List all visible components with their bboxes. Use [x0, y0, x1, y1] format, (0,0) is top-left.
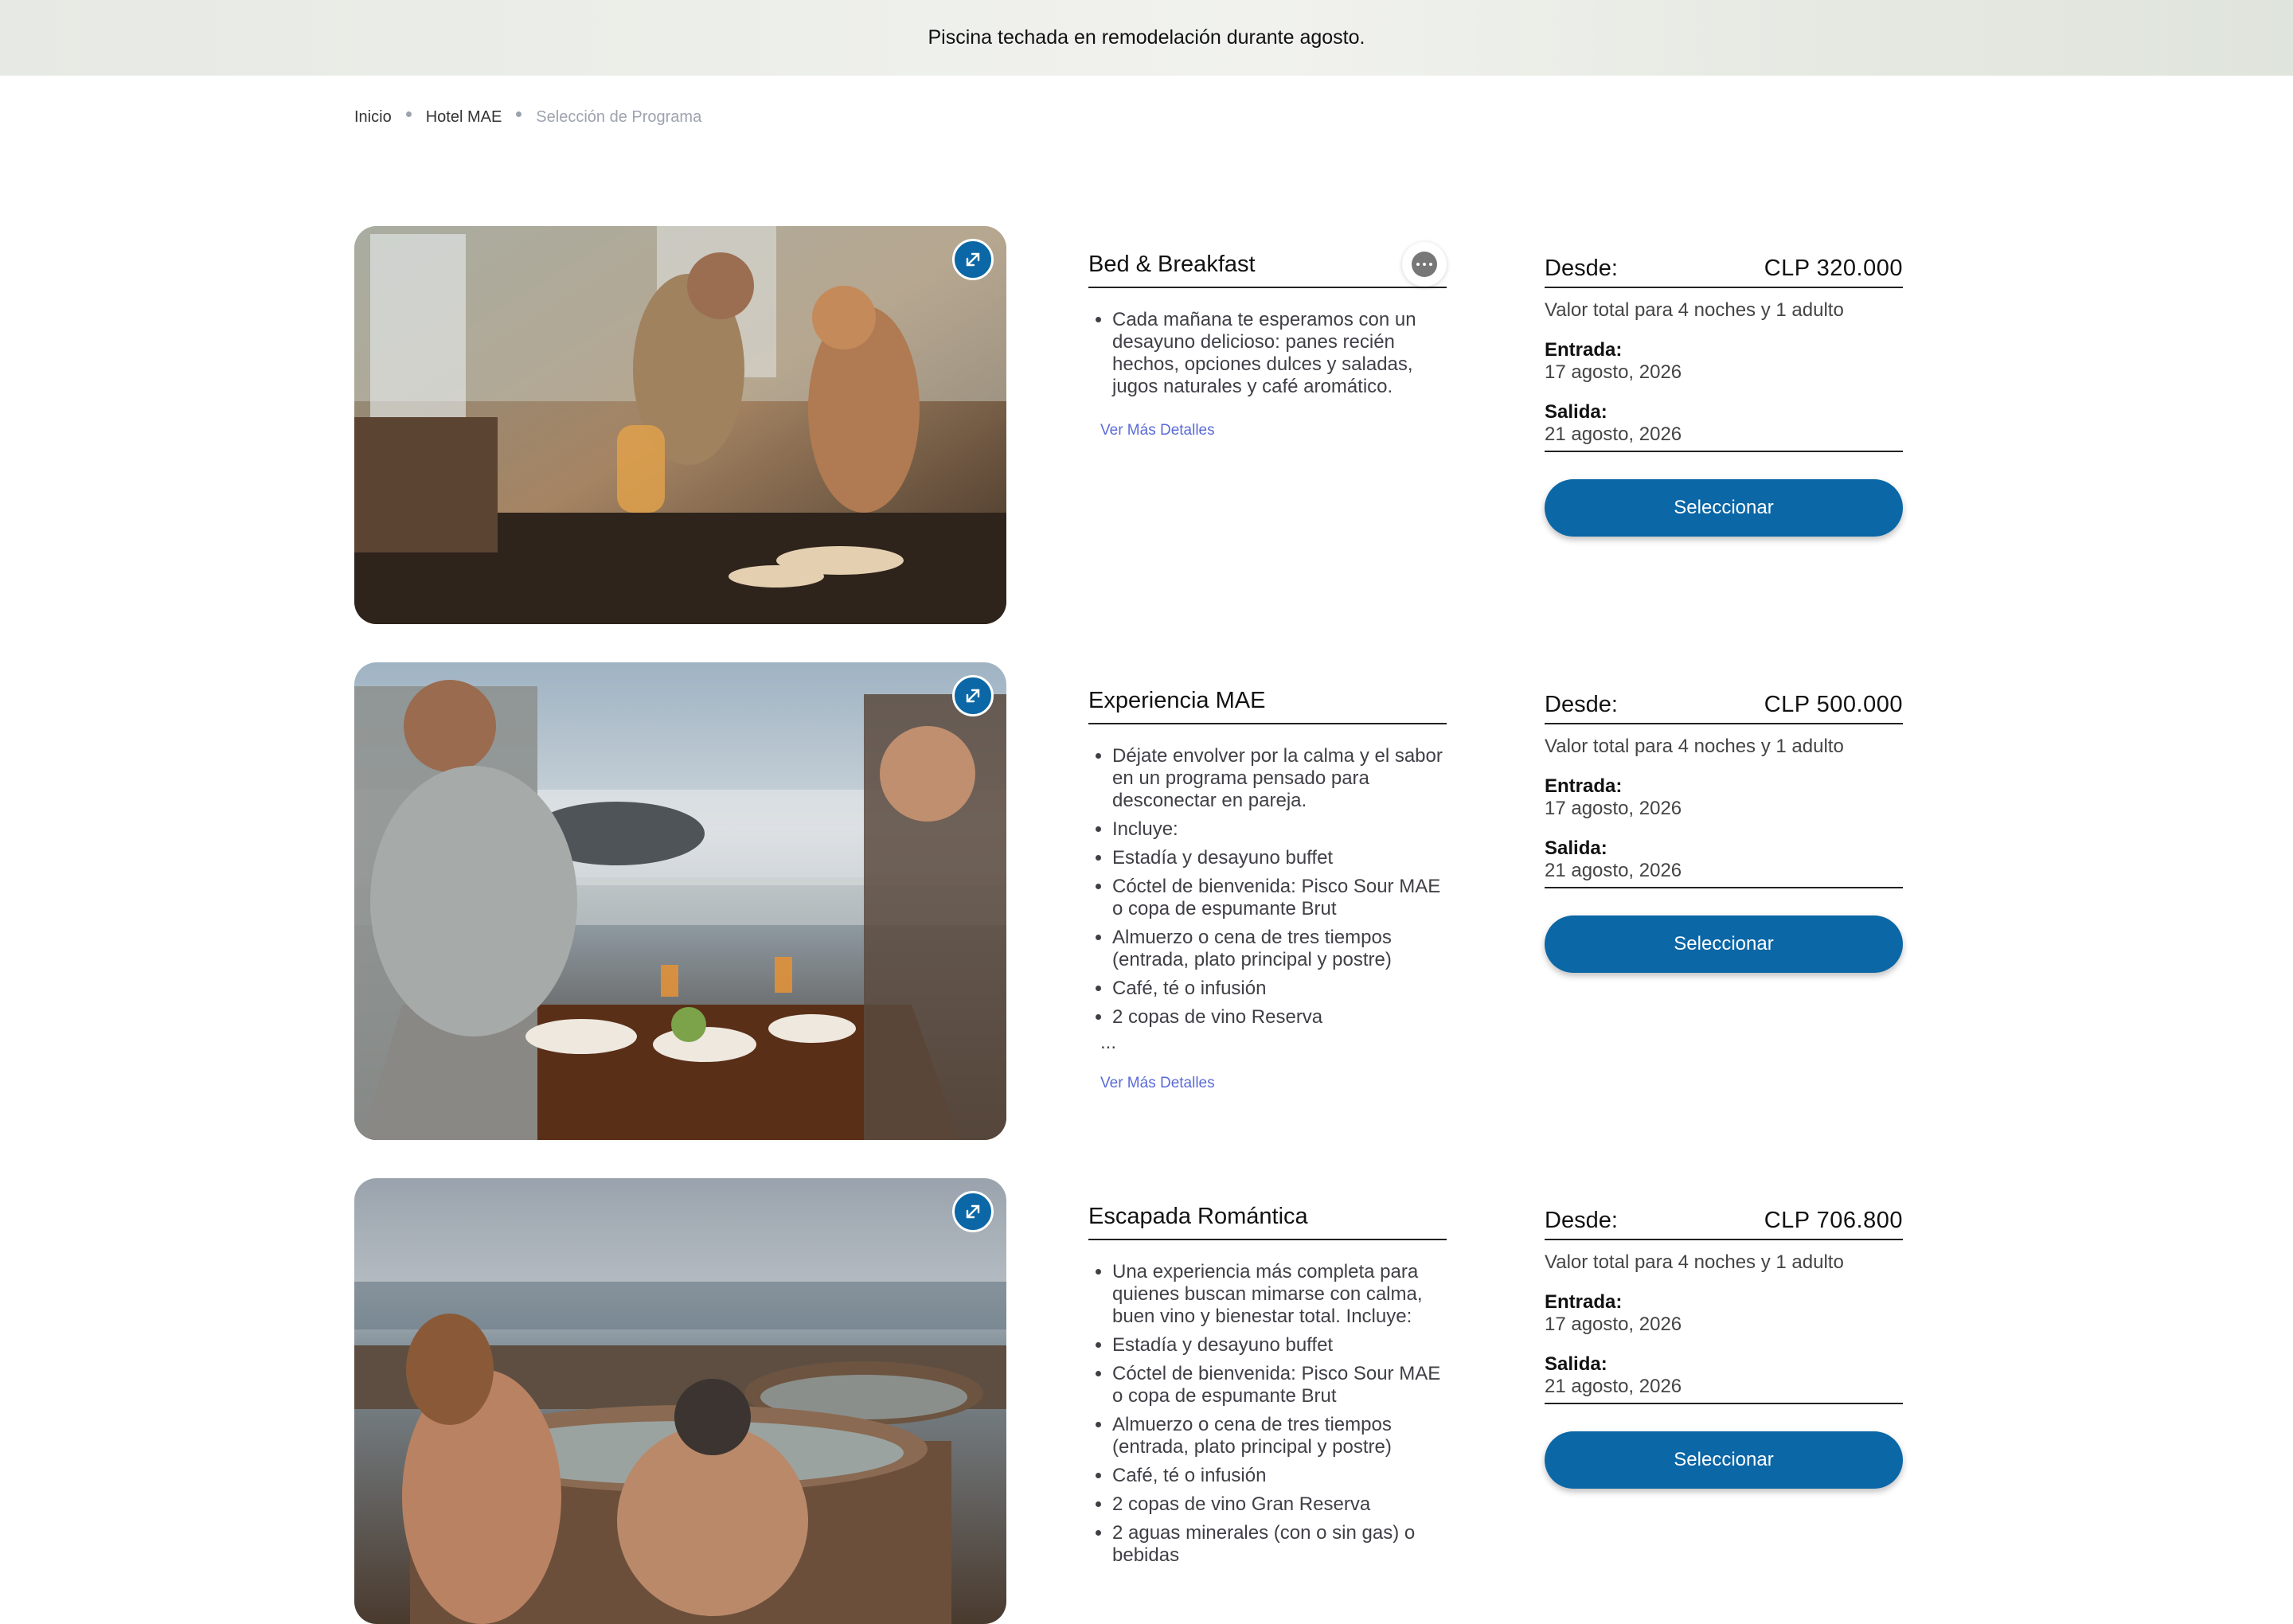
program-title: Bed & Breakfast — [1088, 251, 1256, 277]
chat-icon — [1412, 252, 1437, 277]
list-item: Estadía y desayuno buffet — [1112, 847, 1447, 869]
checkin-label: Entrada: — [1545, 339, 1623, 361]
checkin-date: 17 agosto, 2026 — [1545, 361, 1682, 383]
checkout-date: 21 agosto, 2026 — [1545, 1376, 1682, 1397]
price-row: Desde: CLP 706.800 — [1545, 1194, 1903, 1240]
stay-dates: Entrada: 17 agosto, 2026 Salida: 21 agos… — [1545, 775, 1903, 888]
program-title-row: Experiencia MAE — [1088, 678, 1447, 724]
more-details-link[interactable]: Ver Más Detalles — [1100, 1075, 1447, 1092]
price-description: Valor total para 4 noches y 1 adulto — [1545, 299, 1844, 321]
list-item: Café, té o infusión — [1112, 978, 1447, 1000]
program-title-row: Bed & Breakfast — [1088, 242, 1447, 288]
price-description: Valor total para 4 noches y 1 adulto — [1545, 736, 1844, 757]
banner-text: Piscina techada en remodelación durante … — [928, 26, 1365, 49]
breadcrumb-current: Selección de Programa — [536, 107, 702, 126]
list-item: Estadía y desayuno buffet — [1112, 1334, 1447, 1357]
list-item: 2 aguas minerales (con o sin gas) o bebi… — [1112, 1522, 1447, 1567]
feature-list: Déjate envolver por la calma y el sabor … — [1088, 745, 1447, 1029]
from-label: Desde: — [1545, 256, 1618, 281]
expand-photo-button[interactable] — [952, 239, 994, 280]
expand-icon — [966, 252, 980, 267]
price-amount: CLP 320.000 — [1764, 256, 1903, 281]
price-panel: Desde: CLP 320.000 Valor total para 4 no… — [1545, 242, 1903, 537]
checkin-date: 17 agosto, 2026 — [1545, 1314, 1682, 1335]
price-row: Desde: CLP 320.000 — [1545, 242, 1903, 288]
expand-icon — [966, 689, 980, 703]
price-panel: Desde: CLP 500.000 Valor total para 4 no… — [1545, 678, 1903, 973]
list-item: 2 copas de vino Reserva — [1112, 1006, 1447, 1029]
program-title: Escapada Romántica — [1088, 1203, 1308, 1229]
list-item: Cóctel de bienvenida: Pisco Sour MAE o c… — [1112, 1363, 1447, 1407]
list-item: Déjate envolver por la calma y el sabor … — [1112, 745, 1447, 812]
breadcrumb-hotel[interactable]: Hotel MAE — [426, 108, 502, 127]
stay-dates: Entrada: 17 agosto, 2026 Salida: 21 agos… — [1545, 1291, 1903, 1404]
checkin-date: 17 agosto, 2026 — [1545, 798, 1682, 819]
feature-list: Cada mañana te esperamos con un desayuno… — [1088, 309, 1447, 398]
checkout-label: Salida: — [1545, 401, 1607, 423]
checkout-date: 21 agosto, 2026 — [1545, 424, 1682, 445]
list-item: Cada mañana te esperamos con un desayuno… — [1112, 309, 1447, 398]
breakfast-photo-image — [354, 226, 1006, 624]
select-button[interactable]: Seleccionar — [1545, 479, 1903, 537]
program-details: Bed & Breakfast Cada mañana te esperamos… — [1088, 242, 1447, 439]
breadcrumb-separator — [405, 111, 412, 117]
list-item: Almuerzo o cena de tres tiempos (entrada… — [1112, 1414, 1447, 1458]
expand-icon — [966, 1204, 980, 1219]
program-details: Escapada Romántica Una experiencia más c… — [1088, 1194, 1447, 1573]
price-amount: CLP 706.800 — [1764, 1208, 1903, 1233]
dining-photo-image — [354, 662, 1006, 1140]
checkin-label: Entrada: — [1545, 775, 1623, 797]
price-amount: CLP 500.000 — [1764, 692, 1903, 717]
announcement-banner: Piscina techada en remodelación durante … — [0, 0, 2293, 76]
program-photo-dining[interactable] — [354, 662, 1006, 1140]
feature-list: Una experiencia más completa para quiene… — [1088, 1261, 1447, 1567]
price-panel: Desde: CLP 706.800 Valor total para 4 no… — [1545, 1194, 1903, 1489]
checkout-date: 21 agosto, 2026 — [1545, 860, 1682, 881]
list-item: Una experiencia más completa para quiene… — [1112, 1261, 1447, 1328]
program-title-row: Escapada Romántica — [1088, 1194, 1447, 1240]
checkin-label: Entrada: — [1545, 1291, 1623, 1313]
breadcrumb: Inicio Hotel MAE Selección de Programa — [354, 105, 701, 129]
expand-photo-button[interactable] — [952, 675, 994, 716]
truncation-ellipsis: ... — [1100, 1032, 1117, 1053]
chat-button[interactable] — [1402, 242, 1447, 287]
price-description: Valor total para 4 noches y 1 adulto — [1545, 1251, 1844, 1273]
breadcrumb-separator — [516, 111, 522, 117]
list-item: 2 copas de vino Gran Reserva — [1112, 1493, 1447, 1516]
more-details-link[interactable]: Ver Más Detalles — [1100, 422, 1447, 439]
program-photo-breakfast[interactable] — [354, 226, 1006, 624]
list-item: Incluye: — [1112, 818, 1447, 841]
checkout-label: Salida: — [1545, 1353, 1607, 1375]
breadcrumb-home[interactable]: Inicio — [354, 108, 392, 127]
stay-dates: Entrada: 17 agosto, 2026 Salida: 21 agos… — [1545, 339, 1903, 452]
price-row: Desde: CLP 500.000 — [1545, 678, 1903, 724]
from-label: Desde: — [1545, 1208, 1618, 1233]
checkout-label: Salida: — [1545, 837, 1607, 859]
list-item: Café, té o infusión — [1112, 1465, 1447, 1487]
expand-photo-button[interactable] — [952, 1191, 994, 1232]
hot-tub-photo-image — [354, 1178, 1006, 1624]
select-button[interactable]: Seleccionar — [1545, 1431, 1903, 1489]
program-title: Experiencia MAE — [1088, 687, 1266, 713]
program-photo-hot-tub[interactable] — [354, 1178, 1006, 1624]
from-label: Desde: — [1545, 692, 1618, 717]
list-item: Cóctel de bienvenida: Pisco Sour MAE o c… — [1112, 876, 1447, 920]
select-button[interactable]: Seleccionar — [1545, 915, 1903, 973]
list-item: Almuerzo o cena de tres tiempos (entrada… — [1112, 927, 1447, 971]
program-details: Experiencia MAE Déjate envolver por la c… — [1088, 678, 1447, 1092]
